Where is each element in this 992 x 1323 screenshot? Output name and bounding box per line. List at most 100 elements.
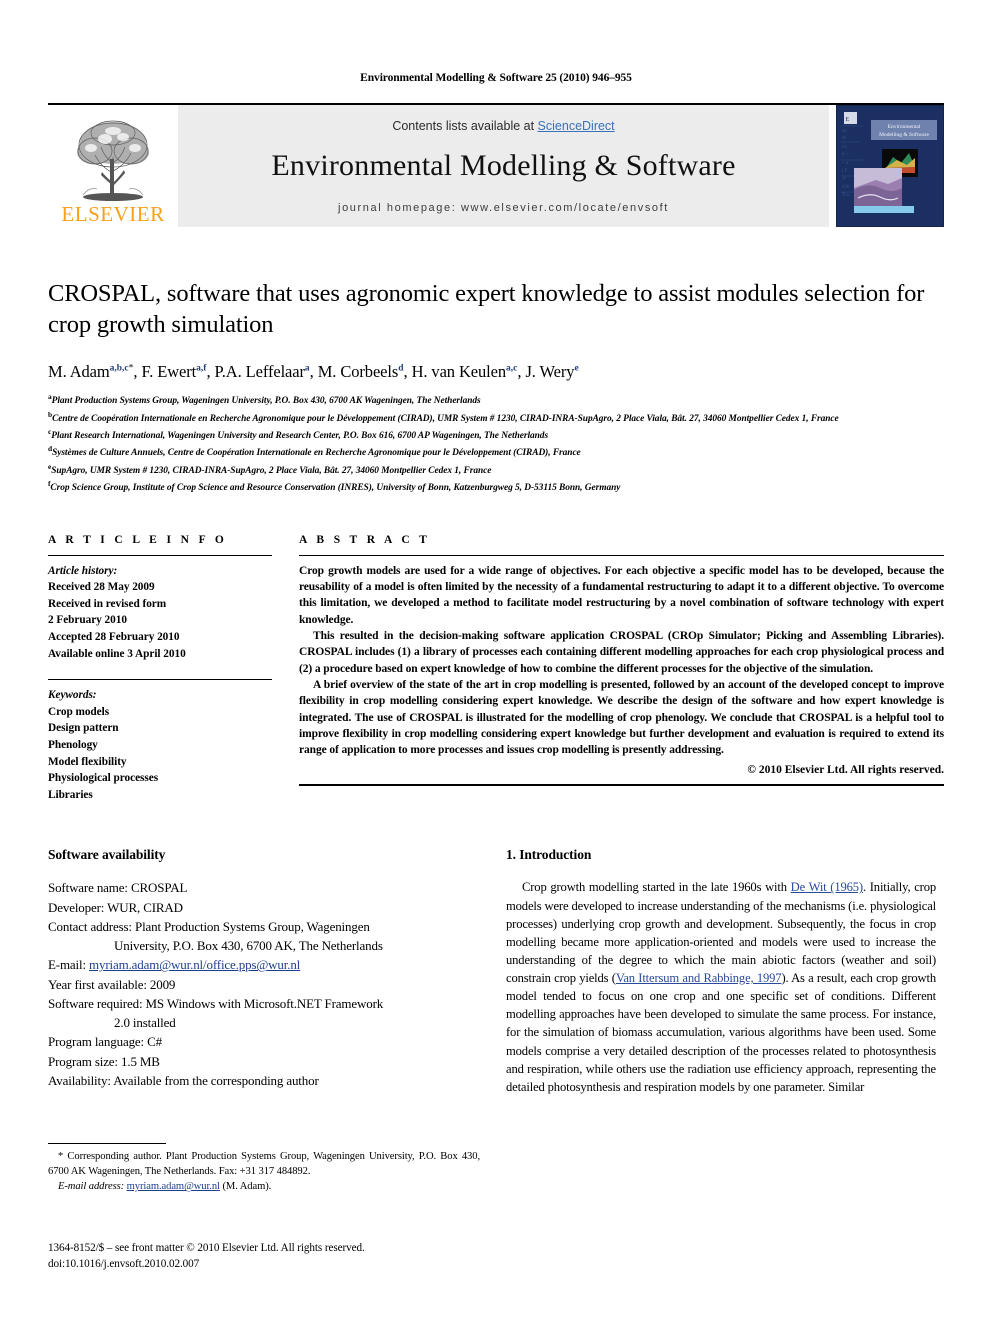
info-abstract-section: A R T I C L E I N F O Article history: R… bbox=[48, 534, 944, 804]
author-affiliation-marker: a,c bbox=[506, 363, 518, 374]
keyword-item: Crop models bbox=[48, 705, 110, 718]
article-history-label: Article history: bbox=[48, 564, 118, 577]
footnote-block: * Corresponding author. Plant Production… bbox=[48, 1143, 480, 1194]
abstract-paragraph: Crop growth models are used for a wide r… bbox=[299, 564, 944, 626]
software-availability-value: Available from the corresponding author bbox=[113, 1072, 319, 1088]
software-availability-row: 2.0 installed bbox=[48, 1013, 478, 1032]
elsevier-wordmark: ELSEVIER bbox=[61, 202, 165, 226]
affiliation-item: bCentre de Coopération Internationale en… bbox=[48, 409, 839, 424]
author-name: F. Ewert bbox=[141, 361, 197, 381]
journal-title: Environmental Modelling & Software bbox=[271, 148, 736, 182]
author-name: P.A. Leffelaar bbox=[214, 361, 305, 381]
introduction-body: Crop growth modelling started in the lat… bbox=[506, 878, 936, 1096]
svg-text:∫ F: ∫ F bbox=[841, 168, 848, 174]
elsevier-logo: ELSEVIER bbox=[48, 105, 178, 227]
article-info-heading: A R T I C L E I N F O bbox=[48, 533, 228, 546]
affiliation-item: cPlant Research International, Wageninge… bbox=[48, 427, 549, 442]
journal-band: Contents lists available at ScienceDirec… bbox=[178, 105, 829, 227]
affiliation-item: fCrop Science Group, Institute of Crop S… bbox=[48, 479, 621, 494]
introduction-column: 1. Introduction Crop growth modelling st… bbox=[506, 847, 936, 1096]
svg-text:σ²: σ² bbox=[842, 176, 847, 182]
software-availability-label: Program size: bbox=[48, 1053, 121, 1069]
article-history-group: Article history: Received 28 May 2009 Rec… bbox=[48, 563, 272, 663]
svg-text:∇·u: ∇·u bbox=[841, 192, 850, 198]
software-availability-row: Year first available: 2009 bbox=[48, 975, 478, 994]
keyword-lines: Crop models Design pattern Phenology Model … bbox=[48, 704, 272, 804]
journal-cover-thumbnail: dy dt ∂x P = + a ∫ F σ² d/dt ∇·u E Environme… bbox=[836, 105, 944, 227]
sciencedirect-link[interactable]: ScienceDirect bbox=[538, 119, 615, 133]
affiliation-marker: b bbox=[48, 409, 53, 419]
software-availability-email-link[interactable]: myriam.adam@wur.nl/office.pps@wur.nl bbox=[89, 957, 300, 972]
affiliation-item: aPlant Production Systems Group, Wagenin… bbox=[48, 392, 481, 407]
affiliation-marker: c bbox=[48, 427, 52, 436]
software-availability-row: Availability: Available from the corresp… bbox=[48, 1071, 478, 1090]
keywords-group: Keywords: Crop models Design pattern Pheno… bbox=[48, 687, 272, 803]
affiliation-marker: f bbox=[48, 479, 51, 489]
abstract-column: A B S T R A C T Crop growth models are u… bbox=[298, 534, 944, 804]
author-name: M. Corbeels bbox=[317, 361, 399, 381]
software-availability-row: Software name: CROSPAL bbox=[48, 878, 478, 897]
keywords-rule bbox=[48, 679, 272, 681]
body-columns: Software availability Software name: CRO… bbox=[48, 847, 944, 1096]
affiliation-item: eSupAgro, UMR System # 1230, CIRAD-INRA-… bbox=[48, 461, 492, 476]
journal-article-page: Environmental Modelling & Software 25 (2… bbox=[0, 0, 992, 1323]
author-affiliation-marker: a,f bbox=[196, 363, 207, 374]
svg-text:dy: dy bbox=[842, 129, 848, 134]
title-block: CROSPAL, software that uses agronomic ex… bbox=[48, 279, 944, 496]
abstract-paragraph: A brief overview of the state of the art… bbox=[299, 678, 944, 757]
abstract-heading: A B S T R A C T bbox=[299, 533, 431, 546]
author-affiliation-marker: a bbox=[304, 363, 310, 374]
affiliation-list: aPlant Production Systems Group, Wagenin… bbox=[48, 391, 944, 496]
abstract-paragraph: This resulted in the decision-making sof… bbox=[299, 630, 944, 675]
author-name: J. Wery bbox=[525, 361, 575, 381]
citation-link[interactable]: De Wit (1965) bbox=[791, 880, 863, 894]
article-history-line: Accepted 28 February 2010 bbox=[48, 631, 180, 644]
footnote-email-suffix: (M. Adam). bbox=[219, 1181, 272, 1193]
software-availability-label: Software name: bbox=[48, 880, 131, 896]
svg-text:P =: P = bbox=[842, 153, 849, 158]
software-availability-value: 1.5 MB bbox=[121, 1053, 160, 1069]
article-info-column: A R T I C L E I N F O Article history: R… bbox=[48, 534, 298, 804]
keyword-item: Design pattern bbox=[48, 722, 119, 735]
software-availability-row: E-mail: myriam.adam@wur.nl/office.pps@wu… bbox=[48, 955, 478, 974]
citation-link[interactable]: Van Ittersum and Rabbinge, 1997 bbox=[616, 971, 782, 985]
software-availability-value: 2009 bbox=[149, 976, 176, 992]
footnote-email-label: E-mail address: bbox=[58, 1181, 127, 1193]
software-availability-row: University, P.O. Box 430, 6700 AK, The N… bbox=[48, 936, 478, 955]
svg-text:∂x: ∂x bbox=[842, 144, 847, 150]
abstract-rule bbox=[299, 554, 944, 556]
article-history-line: Available online 3 April 2010 bbox=[48, 647, 186, 660]
keyword-item: Libraries bbox=[48, 788, 93, 801]
svg-text:d/dt: d/dt bbox=[842, 185, 850, 190]
article-history-line: Received in revised form bbox=[48, 597, 167, 610]
software-availability-label: Developer: bbox=[48, 899, 108, 915]
introduction-heading: 1. Introduction bbox=[506, 847, 592, 863]
footnote-email-link[interactable]: myriam.adam@wur.nl bbox=[127, 1181, 220, 1192]
svg-text:Modelling & Software: Modelling & Software bbox=[879, 131, 929, 138]
author-name: H. van Keulen bbox=[411, 361, 507, 381]
software-availability-value: C# bbox=[147, 1034, 162, 1050]
elsevier-tree-icon bbox=[57, 115, 169, 203]
software-availability-row: Contact address: Plant Production System… bbox=[48, 917, 478, 936]
software-availability-label: E-mail: bbox=[48, 957, 90, 973]
software-availability-value: WUR, CIRAD bbox=[107, 899, 183, 915]
contents-available-line: Contents lists available at ScienceDirec… bbox=[392, 119, 614, 133]
journal-masthead: ELSEVIER Contents lists available at Sci… bbox=[48, 103, 944, 227]
software-availability-value: CROSPAL bbox=[130, 880, 188, 896]
abstract-copyright: © 2010 Elsevier Ltd. All rights reserved… bbox=[747, 763, 944, 776]
page-title: CROSPAL, software that uses agronomic ex… bbox=[48, 280, 925, 338]
software-availability-label: Software required: bbox=[48, 995, 146, 1011]
software-availability-label: Program language: bbox=[48, 1034, 148, 1050]
journal-homepage-line[interactable]: journal homepage: www.elsevier.com/locat… bbox=[338, 202, 669, 214]
doi-line: doi:10.1016/j.envsoft.2010.02.007 bbox=[48, 1258, 200, 1271]
software-availability-row: Developer: WUR, CIRAD bbox=[48, 898, 478, 917]
svg-text:Environmental: Environmental bbox=[888, 124, 921, 130]
software-availability-value: University, P.O. Box 430, 6700 AK, The N… bbox=[114, 938, 383, 954]
software-availability-value: Plant Production Systems Group, Wagening… bbox=[134, 918, 370, 934]
keyword-item: Model flexibility bbox=[48, 755, 127, 768]
footnote-text: * Corresponding author. Plant Production… bbox=[48, 1149, 480, 1194]
article-history-line: Received 28 May 2009 bbox=[48, 581, 155, 594]
software-availability-value: 2.0 installed bbox=[114, 1015, 176, 1031]
affiliation-marker: a bbox=[48, 392, 52, 402]
